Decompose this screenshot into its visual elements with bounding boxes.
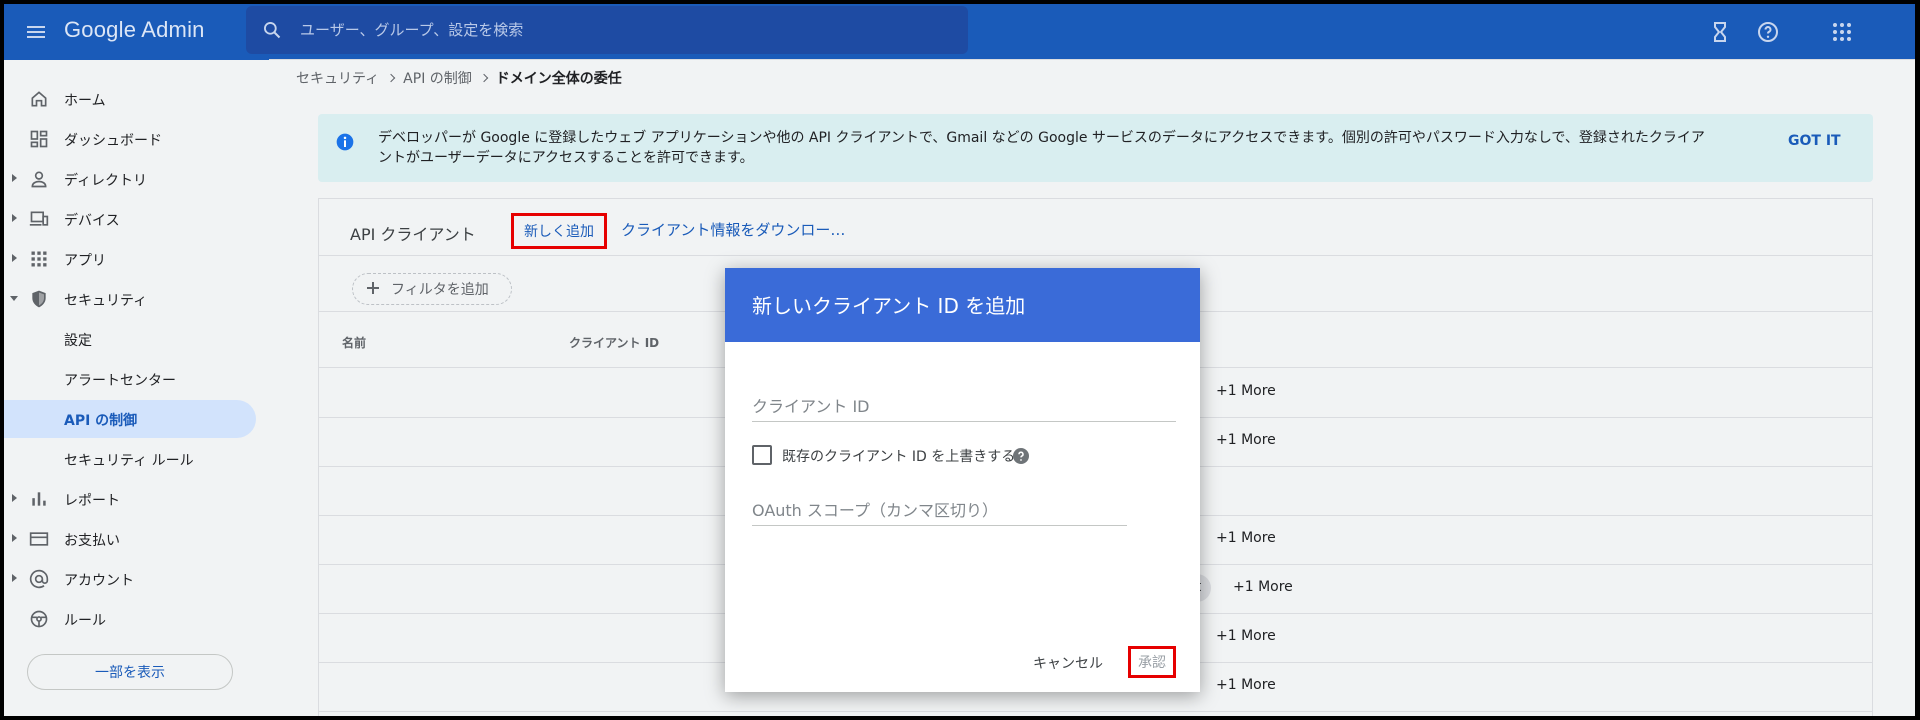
- dialog-header: 新しいクライアント ID を追加: [725, 268, 1200, 342]
- top-bar: Google Admin: [4, 4, 1915, 60]
- dashboard-icon: [30, 130, 48, 148]
- sidebar-item-label: API の制御: [64, 413, 138, 429]
- header-divider: [269, 59, 1915, 60]
- sidebar-item-label: デバイス: [64, 213, 120, 229]
- sidebar-subitem-alert-center[interactable]: アラートセンター: [4, 360, 256, 398]
- sidebar-item-label: セキュリティ: [64, 293, 148, 309]
- column-header-name[interactable]: 名前: [342, 334, 366, 351]
- add-filter-label: フィルタを追加: [391, 282, 489, 298]
- sidebar-subitem-security-rules[interactable]: セキュリティ ルール: [4, 440, 256, 478]
- sidebar-item-reports[interactable]: レポート: [4, 480, 256, 518]
- person-icon: [31, 171, 47, 188]
- table-row-divider: [319, 711, 1872, 712]
- breadcrumb-current: ドメイン全体の委任: [495, 71, 622, 87]
- search-bar[interactable]: [246, 6, 968, 54]
- shield-icon: [32, 290, 46, 308]
- breadcrumb-security[interactable]: セキュリティ: [296, 68, 379, 88]
- column-header-client-id[interactable]: クライアント ID: [569, 334, 659, 351]
- caret-right-icon: [12, 574, 17, 582]
- more-scopes-link[interactable]: +1 More: [1216, 677, 1276, 693]
- more-scopes-link[interactable]: +1 More: [1216, 383, 1276, 399]
- hourglass-icon[interactable]: [1708, 20, 1732, 44]
- at-sign-icon: [29, 569, 49, 589]
- breadcrumb-api-controls[interactable]: API の制御: [403, 68, 472, 88]
- sidebar-item-label: お支払い: [64, 533, 120, 549]
- app-logo[interactable]: Google Admin: [64, 17, 205, 43]
- caret-right-icon: [12, 254, 17, 262]
- sidebar-item-rules[interactable]: ルール: [4, 600, 256, 638]
- steering-icon: [30, 610, 48, 628]
- plus-icon: [367, 282, 379, 294]
- sidebar-item-apps[interactable]: アプリ: [4, 240, 256, 278]
- got-it-button[interactable]: GOT IT: [1788, 133, 1841, 149]
- show-less-button[interactable]: 一部を表示: [27, 654, 233, 690]
- sidebar: ホーム ダッシュボード ディレクトリ デバイス アプリ セキュリティ 設定 アラ…: [4, 60, 260, 716]
- sidebar-item-label: ディレクトリ: [64, 173, 148, 189]
- client-id-input[interactable]: [752, 392, 1176, 422]
- card-title: API クライアント: [350, 225, 476, 244]
- sidebar-item-label: ホーム: [64, 93, 106, 109]
- caret-right-icon: [12, 534, 17, 542]
- sidebar-item-label: アラートセンター: [64, 373, 176, 389]
- sidebar-item-devices[interactable]: デバイス: [4, 200, 256, 238]
- more-scopes-link[interactable]: +1 More: [1216, 530, 1276, 546]
- sidebar-item-label: 設定: [64, 333, 92, 349]
- more-scopes-link[interactable]: +1 More: [1233, 579, 1293, 595]
- search-icon: [264, 22, 281, 39]
- credit-card-icon: [29, 532, 49, 546]
- add-filter-button[interactable]: フィルタを追加: [352, 273, 512, 305]
- sidebar-item-label: ダッシュボード: [64, 133, 162, 149]
- sidebar-item-label: アカウント: [64, 573, 134, 589]
- home-icon: [31, 91, 47, 107]
- sidebar-item-label: セキュリティ ルール: [64, 453, 194, 469]
- sidebar-item-security[interactable]: セキュリティ: [4, 280, 256, 318]
- caret-right-icon: [12, 494, 17, 502]
- help-icon[interactable]: [1756, 20, 1780, 44]
- devices-icon: [29, 211, 49, 226]
- more-scopes-link[interactable]: +1 More: [1216, 432, 1276, 448]
- overwrite-checkbox-label: 既存のクライアント ID を上書きする: [782, 449, 1016, 465]
- banner-text: デベロッパーが Google に登録したウェブ アプリケーションや他の API …: [378, 130, 1705, 166]
- apps-grid-icon[interactable]: [1830, 20, 1854, 44]
- sidebar-item-label: レポート: [64, 493, 120, 509]
- menu-icon[interactable]: [24, 20, 48, 44]
- sidebar-item-billing[interactable]: お支払い: [4, 520, 256, 558]
- more-scopes-link[interactable]: +1 More: [1216, 628, 1276, 644]
- sidebar-item-label: ルール: [64, 613, 106, 629]
- sidebar-subitem-settings[interactable]: 設定: [4, 320, 256, 358]
- dialog-title: 新しいクライアント ID を追加: [752, 294, 1026, 318]
- search-input[interactable]: [300, 6, 940, 54]
- cancel-button[interactable]: キャンセル: [1023, 648, 1113, 678]
- approve-button[interactable]: 承認: [1128, 646, 1176, 678]
- apps-icon: [31, 251, 47, 267]
- info-banner: デベロッパーが Google に登録したウェブ アプリケーションや他の API …: [318, 114, 1873, 182]
- oauth-scopes-input[interactable]: [752, 496, 1127, 526]
- bar-chart-icon: [32, 492, 46, 506]
- caret-right-icon: [12, 174, 17, 182]
- add-new-button[interactable]: 新しく追加: [511, 213, 607, 249]
- chevron-right-icon: [386, 73, 396, 83]
- add-client-id-dialog: 新しいクライアント ID を追加 既存のクライアント ID を上書きする キャン…: [725, 268, 1200, 692]
- help-circle-icon[interactable]: [1013, 448, 1029, 464]
- sidebar-item-dashboard[interactable]: ダッシュボード: [4, 120, 256, 158]
- overwrite-checkbox[interactable]: [752, 445, 772, 465]
- info-icon: [336, 133, 354, 151]
- download-client-info-link[interactable]: クライアント情報をダウンロー…: [621, 219, 845, 240]
- sidebar-subitem-api-controls[interactable]: API の制御: [4, 400, 256, 438]
- breadcrumb: セキュリティ API の制御 ドメイン全体の委任: [296, 68, 622, 88]
- chevron-right-icon: [479, 73, 489, 83]
- caret-down-icon: [10, 296, 18, 301]
- caret-right-icon: [12, 214, 17, 222]
- divider: [319, 255, 1872, 256]
- sidebar-item-account[interactable]: アカウント: [4, 560, 256, 598]
- sidebar-item-directory[interactable]: ディレクトリ: [4, 160, 256, 198]
- sidebar-item-label: アプリ: [64, 253, 106, 269]
- app-window: Google Admin ホーム: [4, 4, 1915, 716]
- sidebar-item-home[interactable]: ホーム: [4, 80, 256, 118]
